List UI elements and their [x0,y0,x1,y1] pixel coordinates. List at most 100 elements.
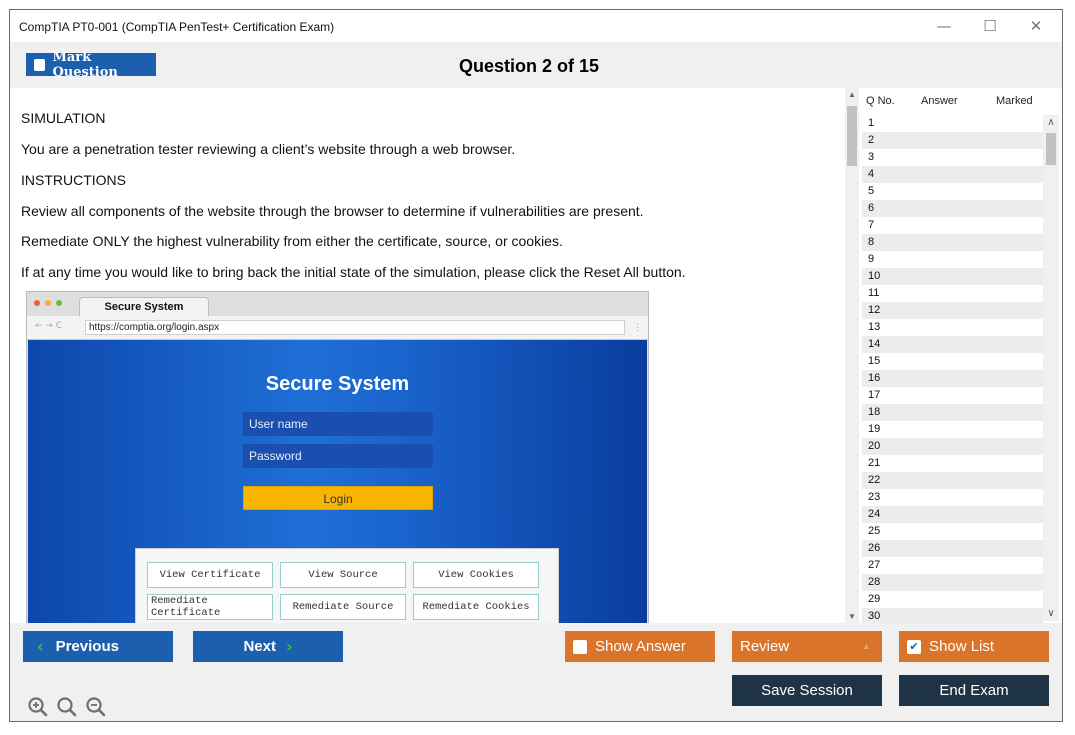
list-scroll-thumb[interactable] [1046,133,1056,165]
question-number: 3 [868,151,875,163]
review-label: Review [740,638,790,655]
view-source-button[interactable]: View Source [280,562,406,588]
footer-toolbar: ‹ Previous Next › Show Answer Review ▲ ✔… [10,623,1062,721]
question-list-row[interactable]: 25 [862,523,1043,540]
browser-menu-icon[interactable]: ⋮ [633,322,642,333]
question-title: Question 2 of 15 [459,56,600,76]
question-number: 15 [868,355,881,367]
login-button[interactable]: Login [243,486,433,510]
question-list-row[interactable]: 20 [862,438,1043,455]
question-list-row[interactable]: 12 [862,302,1043,319]
content-scrollbar[interactable]: ▲ ▼ [845,88,859,623]
scroll-down-icon[interactable]: ▼ [845,612,859,621]
view-certificate-button[interactable]: View Certificate [147,562,273,588]
previous-label: Previous [55,638,119,655]
url-field[interactable]: https://comptia.org/login.aspx [85,320,625,335]
question-list-row[interactable]: 26 [862,540,1043,557]
question-list-row[interactable]: 14 [862,336,1043,353]
question-list-row[interactable]: 18 [862,404,1043,421]
zoom-out-icon[interactable] [84,695,108,719]
question-number: 28 [868,576,881,588]
question-list-row[interactable]: 21 [862,455,1043,472]
list-scroll-down-icon[interactable]: ∨ [1043,608,1059,619]
question-number: 14 [868,338,881,350]
question-heading: SIMULATION [21,110,106,126]
minimize-icon[interactable]: — [922,14,966,38]
question-list-row[interactable]: 4 [862,166,1043,183]
question-number: 18 [868,406,881,418]
show-answer-button[interactable]: Show Answer [565,631,715,662]
question-number: 8 [868,236,875,248]
question-list-scrollbar[interactable]: ∧ ∨ [1043,115,1059,621]
previous-button[interactable]: ‹ Previous [23,631,173,662]
remediate-certificate-button[interactable]: Remediate Certificate [147,594,273,620]
zoom-reset-icon[interactable] [55,695,79,719]
show-list-button[interactable]: ✔ Show List [899,631,1049,662]
close-icon[interactable]: ✕ [1014,14,1058,38]
question-number: 21 [868,457,881,469]
question-list-row[interactable]: 10 [862,268,1043,285]
maximize-icon[interactable]: ☐ [968,14,1012,38]
zoom-in-icon[interactable] [26,695,50,719]
window-dots [34,300,62,306]
site-title: Secure System [265,373,410,395]
mark-question-button[interactable]: Mark Question [26,50,156,80]
question-list-row[interactable]: 22 [862,472,1043,489]
show-list-checkbox[interactable]: ✔ [907,639,921,654]
question-number: 7 [868,219,875,231]
chevron-left-icon: ‹ [37,637,44,656]
question-number: 27 [868,559,881,571]
question-list-row[interactable]: 23 [862,489,1043,506]
next-button[interactable]: Next › [193,631,343,662]
browser-tab[interactable]: Secure System [79,297,209,316]
question-list-row[interactable]: 7 [862,217,1043,234]
review-dropdown[interactable]: Review ▲ [732,631,882,662]
question-number: 20 [868,440,881,452]
question-list-row[interactable]: 6 [862,200,1043,217]
save-session-button[interactable]: Save Session [732,675,882,706]
scroll-thumb[interactable] [847,106,857,166]
view-cookies-button[interactable]: View Cookies [413,562,539,588]
remediate-source-button[interactable]: Remediate Source [280,594,406,620]
scroll-up-icon[interactable]: ▲ [845,90,859,99]
password-field[interactable]: Password [243,444,433,468]
question-list-row[interactable]: 28 [862,574,1043,591]
question-number: 2 [868,134,875,146]
end-exam-button[interactable]: End Exam [899,675,1049,706]
question-list-row[interactable]: 24 [862,506,1043,523]
question-list-row[interactable]: 17 [862,387,1043,404]
question-list-row[interactable]: 15 [862,353,1043,370]
qno-column-header: Q No. [866,95,895,107]
question-list-row[interactable]: 3 [862,149,1043,166]
list-scroll-up-icon[interactable]: ∧ [1043,117,1059,128]
question-list-row[interactable]: 19 [862,421,1043,438]
question-list-row[interactable]: 1 [862,115,1043,132]
question-header: Mark Question Question 2 of 15 [10,42,1062,88]
mark-question-checkbox[interactable] [34,58,46,71]
minimize-dot-icon [45,300,51,306]
exam-window: CompTIA PT0-001 (CompTIA PenTest+ Certif… [9,9,1063,722]
question-list-row[interactable]: 11 [862,285,1043,302]
browser-nav-icons[interactable]: ← → C [35,321,62,331]
question-list-row[interactable]: 8 [862,234,1043,251]
username-field[interactable]: User name [243,412,433,436]
question-list-row[interactable]: 16 [862,370,1043,387]
show-answer-checkbox[interactable] [573,639,587,654]
question-list-row[interactable]: 27 [862,557,1043,574]
question-number: 17 [868,389,881,401]
dropdown-arrow-icon: ▲ [862,641,871,651]
mark-question-label: Mark Question [52,49,118,80]
question-list: Q No. Answer Marked 1 2 3 4 5 6 7 8 9 10 11 12 13 14 1… [862,88,1061,623]
question-list-row[interactable]: 5 [862,183,1043,200]
question-number: 13 [868,321,881,333]
remediate-cookies-button[interactable]: Remediate Cookies [413,594,539,620]
question-list-row[interactable]: 13 [862,319,1043,336]
question-list-row[interactable]: 9 [862,251,1043,268]
question-number: 24 [868,508,881,520]
question-list-row[interactable]: 29 [862,591,1043,608]
question-number: 1 [868,117,875,129]
question-number: 25 [868,525,881,537]
question-list-row[interactable]: 30 [862,608,1043,623]
question-list-row[interactable]: 2 [862,132,1043,149]
simulation-browser: Secure System ← → C https://comptia.org/… [26,291,649,623]
